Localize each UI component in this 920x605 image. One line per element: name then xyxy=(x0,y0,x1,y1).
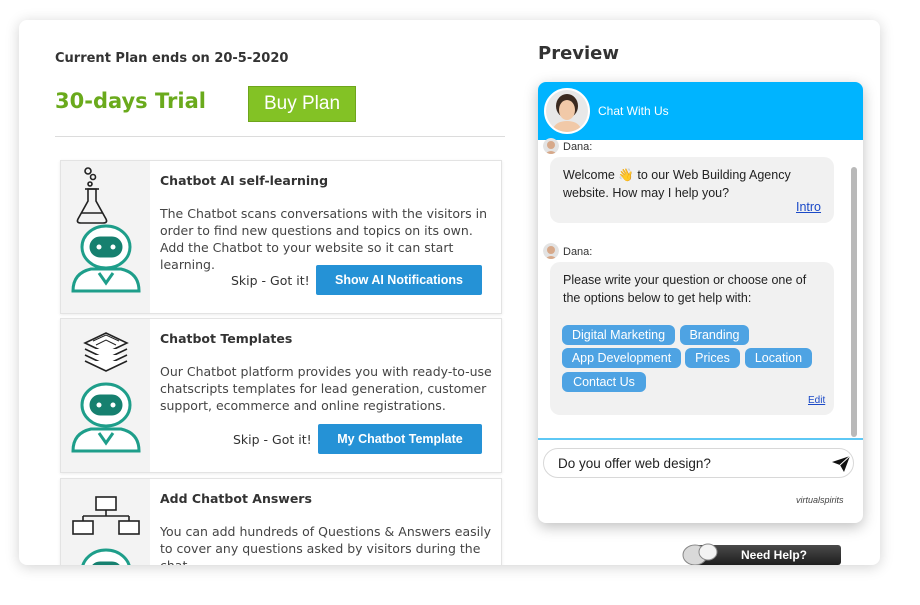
feature-description: The Chatbot scans conversations with the… xyxy=(160,206,488,272)
message-bubble: Please write your question or choose one… xyxy=(550,262,834,415)
agent-mini-avatar xyxy=(543,138,559,154)
layers-robot-icon xyxy=(61,319,150,472)
message-text: website. How may I help you? xyxy=(563,186,730,200)
option-branding[interactable]: Branding xyxy=(680,325,749,345)
chat-input-divider xyxy=(538,438,863,440)
need-help-widget[interactable]: Need Help? xyxy=(681,541,841,565)
send-icon[interactable] xyxy=(832,456,850,472)
message-text: Welcome 👋 to our Web Building Agency xyxy=(563,168,791,182)
main-card: Current Plan ends on 20-5-2020 30-days T… xyxy=(19,20,880,565)
feature-description: You can add hundreds of Questions & Answ… xyxy=(160,524,491,565)
my-chatbot-template-button[interactable]: My Chatbot Template xyxy=(318,424,482,454)
agent-avatar xyxy=(544,88,590,134)
trial-label: 30-days Trial xyxy=(55,89,206,113)
message-sender: Dana: xyxy=(563,246,593,258)
plan-ends-text: Current Plan ends on 20-5-2020 xyxy=(55,51,289,66)
chat-header: Chat With Us xyxy=(538,82,863,140)
feature-description: Our Chatbot platform provides you with r… xyxy=(160,364,492,413)
feature-title: Chatbot AI self-learning xyxy=(160,173,329,188)
option-location[interactable]: Location xyxy=(745,348,812,368)
feature-card-templates: Chatbot Templates Our Chatbot platform p… xyxy=(60,318,502,473)
show-ai-notifications-button[interactable]: Show AI Notifications xyxy=(316,265,482,295)
skip-link[interactable]: Skip - Got it! xyxy=(233,432,312,447)
agent-mini-avatar xyxy=(543,243,559,259)
option-prices[interactable]: Prices xyxy=(685,348,740,368)
message-sender: Dana: xyxy=(563,141,593,153)
speech-bubbles-icon xyxy=(682,543,718,565)
chat-scrollbar[interactable] xyxy=(851,167,857,437)
chat-title: Chat With Us xyxy=(598,104,669,118)
option-contact-us[interactable]: Contact Us xyxy=(562,372,646,392)
feature-title: Add Chatbot Answers xyxy=(160,491,312,506)
chat-message-input[interactable] xyxy=(558,454,808,472)
feature-card-ai-learning: Chatbot AI self-learning The Chatbot sca… xyxy=(60,160,502,314)
option-app-development[interactable]: App Development xyxy=(562,348,681,368)
flowchart-robot-icon xyxy=(61,479,150,565)
brand-label: virtualspirits xyxy=(796,495,844,505)
chat-widget-preview: Chat With Us Dana: Welcome 👋 to our Web … xyxy=(538,82,863,523)
message-text: the options below to get help with: xyxy=(563,291,752,305)
buy-plan-button[interactable]: Buy Plan xyxy=(248,86,356,122)
skip-link[interactable]: Skip - Got it! xyxy=(231,273,310,288)
message-bubble: Welcome 👋 to our Web Building Agency web… xyxy=(550,157,834,223)
feature-card-answers: Add Chatbot Answers You can add hundreds… xyxy=(60,478,502,565)
chat-input-box[interactable] xyxy=(543,448,854,478)
preview-title: Preview xyxy=(538,43,620,64)
intro-link[interactable]: Intro xyxy=(796,200,821,214)
option-digital-marketing[interactable]: Digital Marketing xyxy=(562,325,675,345)
need-help-label[interactable]: Need Help? xyxy=(741,548,807,562)
message-text: Please write your question or choose one… xyxy=(563,273,807,287)
edit-link[interactable]: Edit xyxy=(808,395,825,406)
feature-title: Chatbot Templates xyxy=(160,331,293,346)
divider xyxy=(55,136,505,137)
flask-robot-icon xyxy=(61,161,150,313)
